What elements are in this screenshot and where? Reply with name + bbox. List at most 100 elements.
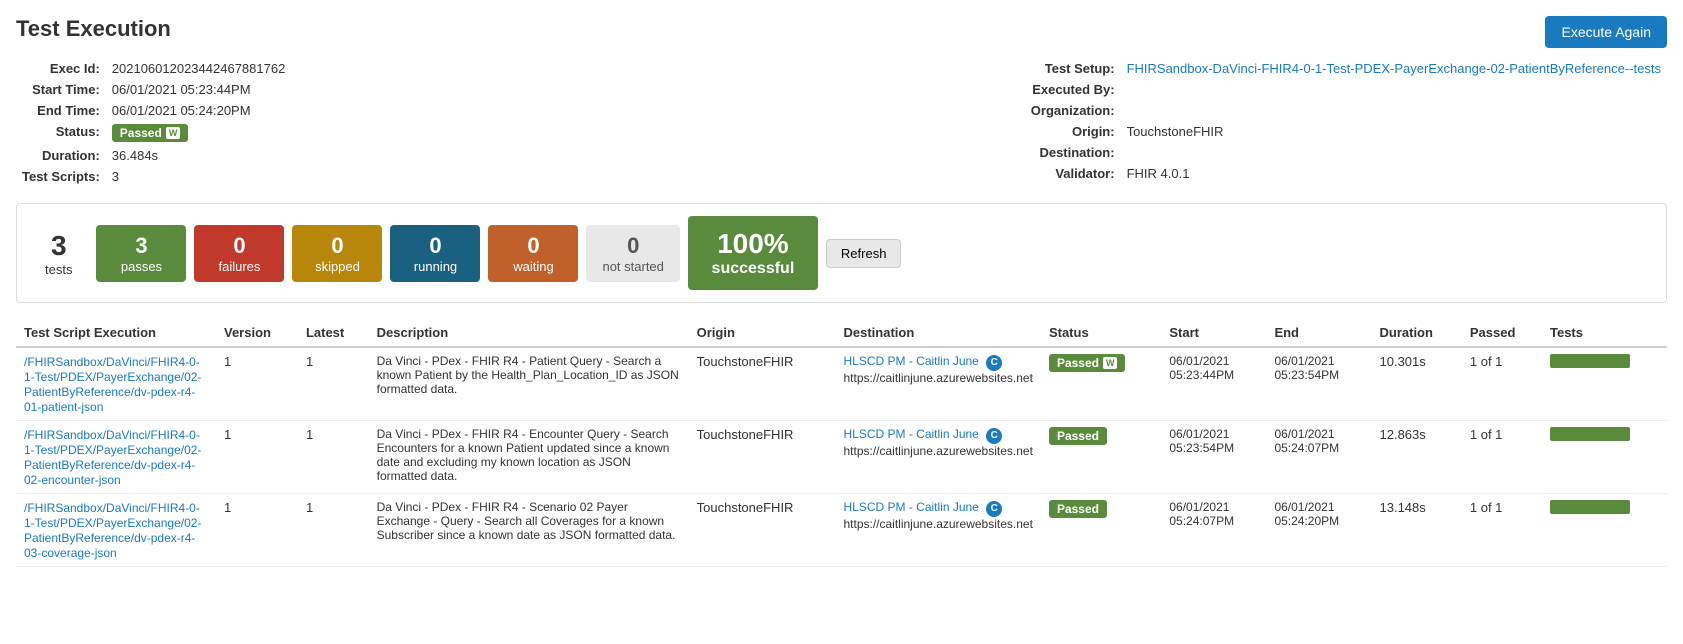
tests-bar: [1542, 494, 1667, 567]
end-time-value: 06/01/2021 05:24:20PM: [106, 100, 292, 121]
col-latest: Latest: [298, 319, 369, 347]
test-setup-label: Test Setup:: [1025, 58, 1121, 79]
col-passed: Passed: [1462, 319, 1542, 347]
description: Da Vinci - PDex - FHIR R4 - Scenario 02 …: [369, 494, 689, 567]
not-started-count: 0: [602, 233, 663, 259]
success-box: 100% successful: [688, 216, 818, 290]
end-time-label: End Time:: [16, 100, 106, 121]
start-time-label: Start Time:: [16, 79, 106, 100]
running-label: running: [406, 259, 464, 274]
test-setup-link[interactable]: FHIRSandbox-DaVinci-FHIR4-0-1-Test-PDEX-…: [1127, 61, 1661, 76]
skipped-label: skipped: [308, 259, 366, 274]
tests-label: tests: [45, 262, 72, 277]
failures-label: failures: [210, 259, 268, 274]
validator-label: Validator:: [1025, 163, 1121, 184]
refresh-button[interactable]: Refresh: [826, 239, 902, 268]
end: 06/01/2021 05:23:54PM: [1266, 347, 1371, 421]
not-started-box[interactable]: 0 not started: [586, 225, 679, 282]
origin: TouchstoneFHIR: [689, 347, 836, 421]
col-description: Description: [369, 319, 689, 347]
executed-by-label: Executed By:: [1025, 79, 1121, 100]
end: 06/01/2021 05:24:20PM: [1266, 494, 1371, 567]
results-table: Test Script Execution Version Latest Des…: [16, 319, 1667, 567]
script-link[interactable]: /FHIRSandbox/DaVinci/FHIR4-0-1-Test/PDEX…: [24, 428, 201, 487]
origin: TouchstoneFHIR: [689, 494, 836, 567]
table-row: /FHIRSandbox/DaVinci/FHIR4-0-1-Test/PDEX…: [16, 347, 1667, 421]
not-started-label: not started: [602, 259, 663, 274]
tests-count: 3: [45, 230, 72, 262]
script-link[interactable]: /FHIRSandbox/DaVinci/FHIR4-0-1-Test/PDEX…: [24, 501, 201, 560]
script-link[interactable]: /FHIRSandbox/DaVinci/FHIR4-0-1-Test/PDEX…: [24, 355, 201, 414]
col-end: End: [1266, 319, 1371, 347]
version: 1: [216, 347, 298, 421]
duration: 10.301s: [1372, 347, 1462, 421]
status-badge: PassedW: [1049, 354, 1126, 372]
description: Da Vinci - PDex - FHIR R4 - Encounter Qu…: [369, 421, 689, 494]
destination: HLSCD PM - Caitlin June C https://caitli…: [835, 494, 1040, 567]
description: Da Vinci - PDex - FHIR R4 - Patient Quer…: [369, 347, 689, 421]
skipped-box[interactable]: 0 skipped: [292, 225, 382, 282]
status-label: Status:: [16, 121, 106, 145]
latest: 1: [298, 421, 369, 494]
passed: 1 of 1: [1462, 421, 1542, 494]
start-time-value: 06/01/2021 05:23:44PM: [106, 79, 292, 100]
col-status: Status: [1041, 319, 1161, 347]
organization-value: [1121, 100, 1667, 121]
exec-id-value: 20210601202344246788176​2: [106, 58, 292, 79]
duration-value: 36.484s: [106, 145, 292, 166]
passed: 1 of 1: [1462, 347, 1542, 421]
c-badge: C: [986, 355, 1002, 371]
c-badge: C: [986, 501, 1002, 517]
start: 06/01/2021 05:23:44PM: [1161, 347, 1266, 421]
organization-label: Organization:: [1025, 100, 1121, 121]
passes-box[interactable]: 3 passes: [96, 225, 186, 282]
test-scripts-label: Test Scripts:: [16, 166, 106, 187]
passes-label: passes: [112, 259, 170, 274]
skipped-count: 0: [308, 233, 366, 259]
passes-count: 3: [112, 233, 170, 259]
col-version: Version: [216, 319, 298, 347]
test-scripts-value: 3: [106, 166, 292, 187]
waiting-label: waiting: [504, 259, 562, 274]
destination-label: Destination:: [1025, 142, 1121, 163]
start: 06/01/2021 05:23:54PM: [1161, 421, 1266, 494]
status-badge: Passed: [1049, 427, 1107, 445]
end: 06/01/2021 05:24:07PM: [1266, 421, 1371, 494]
col-duration: Duration: [1372, 319, 1462, 347]
waiting-box[interactable]: 0 waiting: [488, 225, 578, 282]
failures-count: 0: [210, 233, 268, 259]
col-start: Start: [1161, 319, 1266, 347]
destination-link[interactable]: HLSCD PM - Caitlin June: [843, 427, 978, 441]
col-tests: Tests: [1542, 319, 1667, 347]
tests-bar: [1542, 347, 1667, 421]
duration-label: Duration:: [16, 145, 106, 166]
running-box[interactable]: 0 running: [390, 225, 480, 282]
destination-link[interactable]: HLSCD PM - Caitlin June: [843, 354, 978, 368]
validator-value: FHIR 4.0.1: [1121, 163, 1667, 184]
latest: 1: [298, 347, 369, 421]
success-pct: 100%: [708, 228, 798, 260]
col-origin: Origin: [689, 319, 836, 347]
passed: 1 of 1: [1462, 494, 1542, 567]
destination-value: [1121, 142, 1667, 163]
running-count: 0: [406, 233, 464, 259]
table-row: /FHIRSandbox/DaVinci/FHIR4-0-1-Test/PDEX…: [16, 494, 1667, 567]
destination: HLSCD PM - Caitlin June C https://caitli…: [835, 421, 1040, 494]
failures-box[interactable]: 0 failures: [194, 225, 284, 282]
status-w-flag: W: [166, 127, 181, 139]
start: 06/01/2021 05:24:07PM: [1161, 494, 1266, 567]
col-destination: Destination: [835, 319, 1040, 347]
destination: HLSCD PM - Caitlin June C https://caitli…: [835, 347, 1040, 421]
execute-again-button[interactable]: Execute Again: [1545, 16, 1667, 48]
origin-value: TouchstoneFHIR: [1121, 121, 1667, 142]
latest: 1: [298, 494, 369, 567]
status-badge: Passed W: [112, 124, 189, 142]
destination-link[interactable]: HLSCD PM - Caitlin June: [843, 500, 978, 514]
table-row: /FHIRSandbox/DaVinci/FHIR4-0-1-Test/PDEX…: [16, 421, 1667, 494]
col-script: Test Script Execution: [16, 319, 216, 347]
duration: 12.863s: [1372, 421, 1462, 494]
status-badge: Passed: [1049, 500, 1107, 518]
executed-by-value: [1121, 79, 1667, 100]
c-badge: C: [986, 428, 1002, 444]
exec-id-label: Exec Id:: [16, 58, 106, 79]
